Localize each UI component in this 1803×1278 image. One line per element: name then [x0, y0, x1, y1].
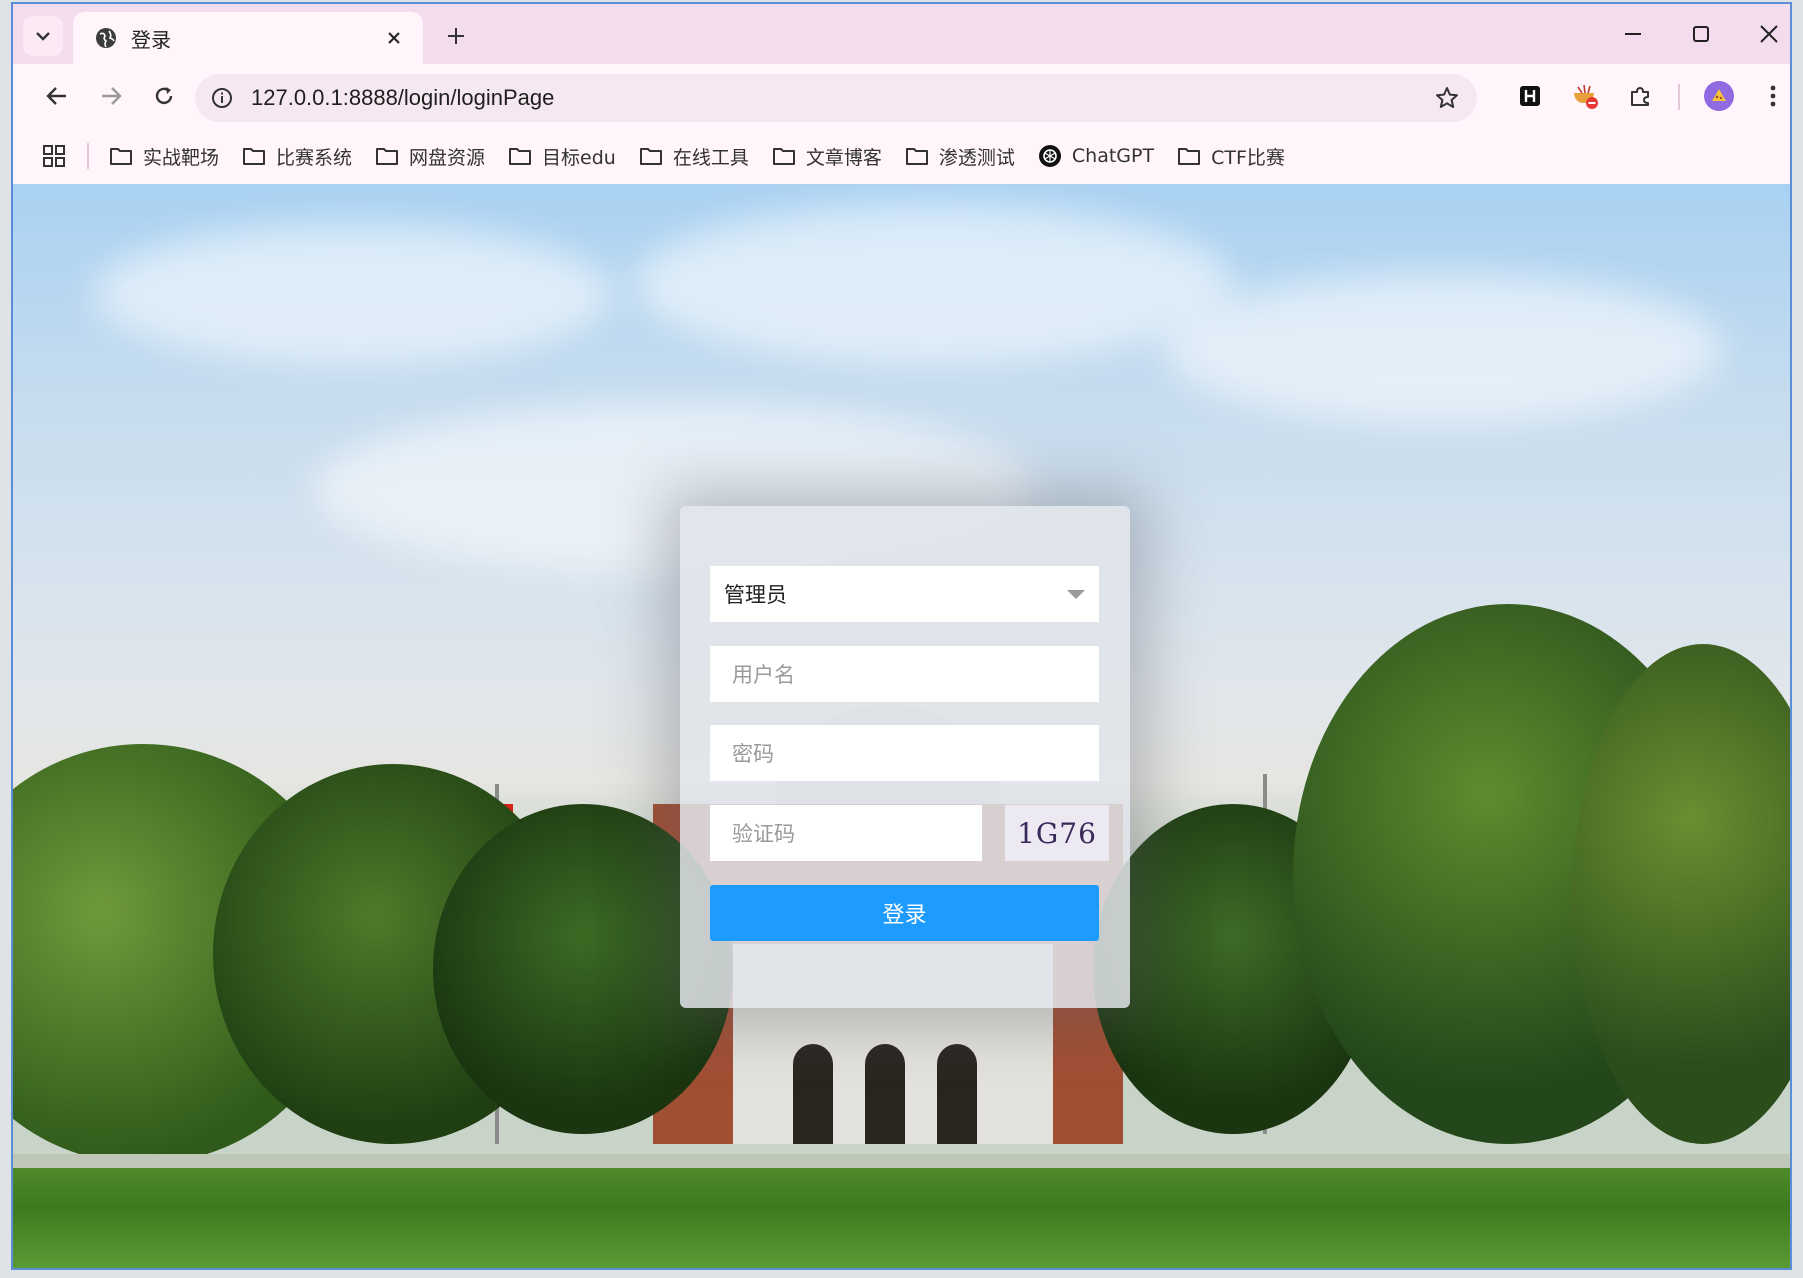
username-input[interactable]: 用户名	[710, 646, 1099, 702]
bookmark-folder-tools[interactable]: 在线工具	[639, 143, 749, 170]
more-icon[interactable]	[1753, 76, 1790, 116]
bookmark-folder-ctf[interactable]: CTF比赛	[1177, 143, 1285, 170]
address-bar[interactable]: 127.0.0.1:8888/login/loginPage	[195, 74, 1477, 122]
folder-icon	[110, 148, 132, 165]
extension-h-icon[interactable]	[1510, 76, 1550, 116]
bookmark-label: 实战靶场	[143, 146, 220, 169]
close-window-icon[interactable]	[1739, 14, 1790, 54]
folder-icon	[772, 148, 795, 165]
door-arch	[937, 1044, 977, 1144]
chevron-down-icon	[1067, 590, 1085, 599]
forward-icon[interactable]	[91, 76, 131, 116]
bookmark-label: ChatGPT	[1071, 145, 1155, 167]
captcha-input[interactable]: 验证码	[710, 805, 982, 861]
door-arch	[793, 1044, 833, 1144]
close-icon[interactable]	[379, 23, 409, 53]
bookmark-folder-wangpan[interactable]: 网盘资源	[375, 143, 485, 170]
username-placeholder: 用户名	[732, 663, 795, 687]
login-button[interactable]: 登录	[710, 885, 1099, 941]
bookmark-label: 目标edu	[542, 146, 616, 169]
role-select[interactable]: 管理员	[710, 566, 1099, 622]
bookmark-folder-blog[interactable]: 文章博客	[772, 143, 882, 170]
bookmark-label: 文章博客	[805, 146, 882, 169]
apps-grid-icon[interactable]	[39, 141, 69, 171]
bookmark-label: CTF比赛	[1211, 146, 1285, 169]
role-selected-value: 管理员	[724, 583, 787, 607]
bookmarks-separator	[87, 143, 89, 169]
bookmark-label: 网盘资源	[409, 146, 486, 169]
avatar[interactable]	[1699, 76, 1739, 116]
password-input[interactable]: 密码	[710, 725, 1099, 781]
browser-toolbar: 127.0.0.1:8888/login/loginPage	[13, 64, 1790, 128]
browser-window: 登录 127.0.0.1:8888/login/loginPage 实战靶场 比…	[11, 2, 1792, 1270]
password-placeholder: 密码	[732, 742, 774, 766]
folder-icon	[1178, 148, 1201, 165]
back-icon[interactable]	[37, 76, 77, 116]
star-icon[interactable]	[1427, 78, 1467, 118]
bookmark-folder-bisai[interactable]: 比赛系统	[242, 143, 352, 170]
active-tab[interactable]: 登录	[73, 12, 423, 64]
folder-icon	[509, 148, 532, 165]
minimize-icon[interactable]	[1603, 14, 1663, 54]
extension-noodle-icon[interactable]	[1565, 76, 1605, 116]
tab-title: 登录	[131, 27, 171, 52]
bookmark-folder-edu[interactable]: 目标edu	[508, 143, 616, 170]
tab-search-icon[interactable]	[23, 16, 63, 56]
captcha-image[interactable]: 1G76	[1005, 805, 1109, 861]
cloud	[93, 224, 613, 364]
folder-icon	[376, 148, 399, 165]
bookmark-label: 渗透测试	[938, 146, 1015, 169]
folder-icon	[243, 148, 266, 165]
puzzle-icon[interactable]	[1620, 76, 1660, 116]
globe-icon	[96, 28, 116, 48]
page-background: 管理员 用户名 密码 验证码 1G76 登录	[13, 184, 1790, 1268]
cloud	[633, 204, 1233, 364]
plus-icon[interactable]	[438, 18, 474, 54]
bookmark-chatgpt[interactable]: ChatGPT	[1038, 144, 1154, 168]
info-icon[interactable]	[207, 83, 237, 113]
captcha-code: 1G76	[1017, 816, 1097, 850]
tab-strip: 登录	[13, 4, 1790, 64]
folder-icon	[905, 148, 928, 165]
captcha-placeholder: 验证码	[732, 822, 795, 846]
bookmark-folder-shizhan[interactable]: 实战靶场	[109, 143, 219, 170]
login-card: 管理员 用户名 密码 验证码 1G76 登录	[680, 506, 1130, 1008]
folder-icon	[639, 148, 662, 165]
url-text: 127.0.0.1:8888/login/loginPage	[251, 85, 555, 110]
bookmark-label: 比赛系统	[276, 146, 353, 169]
lawn	[13, 1168, 1790, 1268]
cloud	[1163, 274, 1723, 424]
bookmark-folder-pentest[interactable]: 渗透测试	[905, 143, 1015, 170]
reload-icon[interactable]	[144, 76, 184, 116]
bookmark-label: 在线工具	[672, 146, 749, 169]
toolbar-separator	[1678, 84, 1680, 110]
door-arch	[865, 1044, 905, 1144]
bookmarks-bar: 实战靶场 比赛系统 网盘资源 目标edu 在线工具 文章博客 渗透测试 Chat…	[13, 128, 1790, 184]
maximize-icon[interactable]	[1671, 14, 1731, 54]
openai-icon	[1038, 145, 1061, 167]
